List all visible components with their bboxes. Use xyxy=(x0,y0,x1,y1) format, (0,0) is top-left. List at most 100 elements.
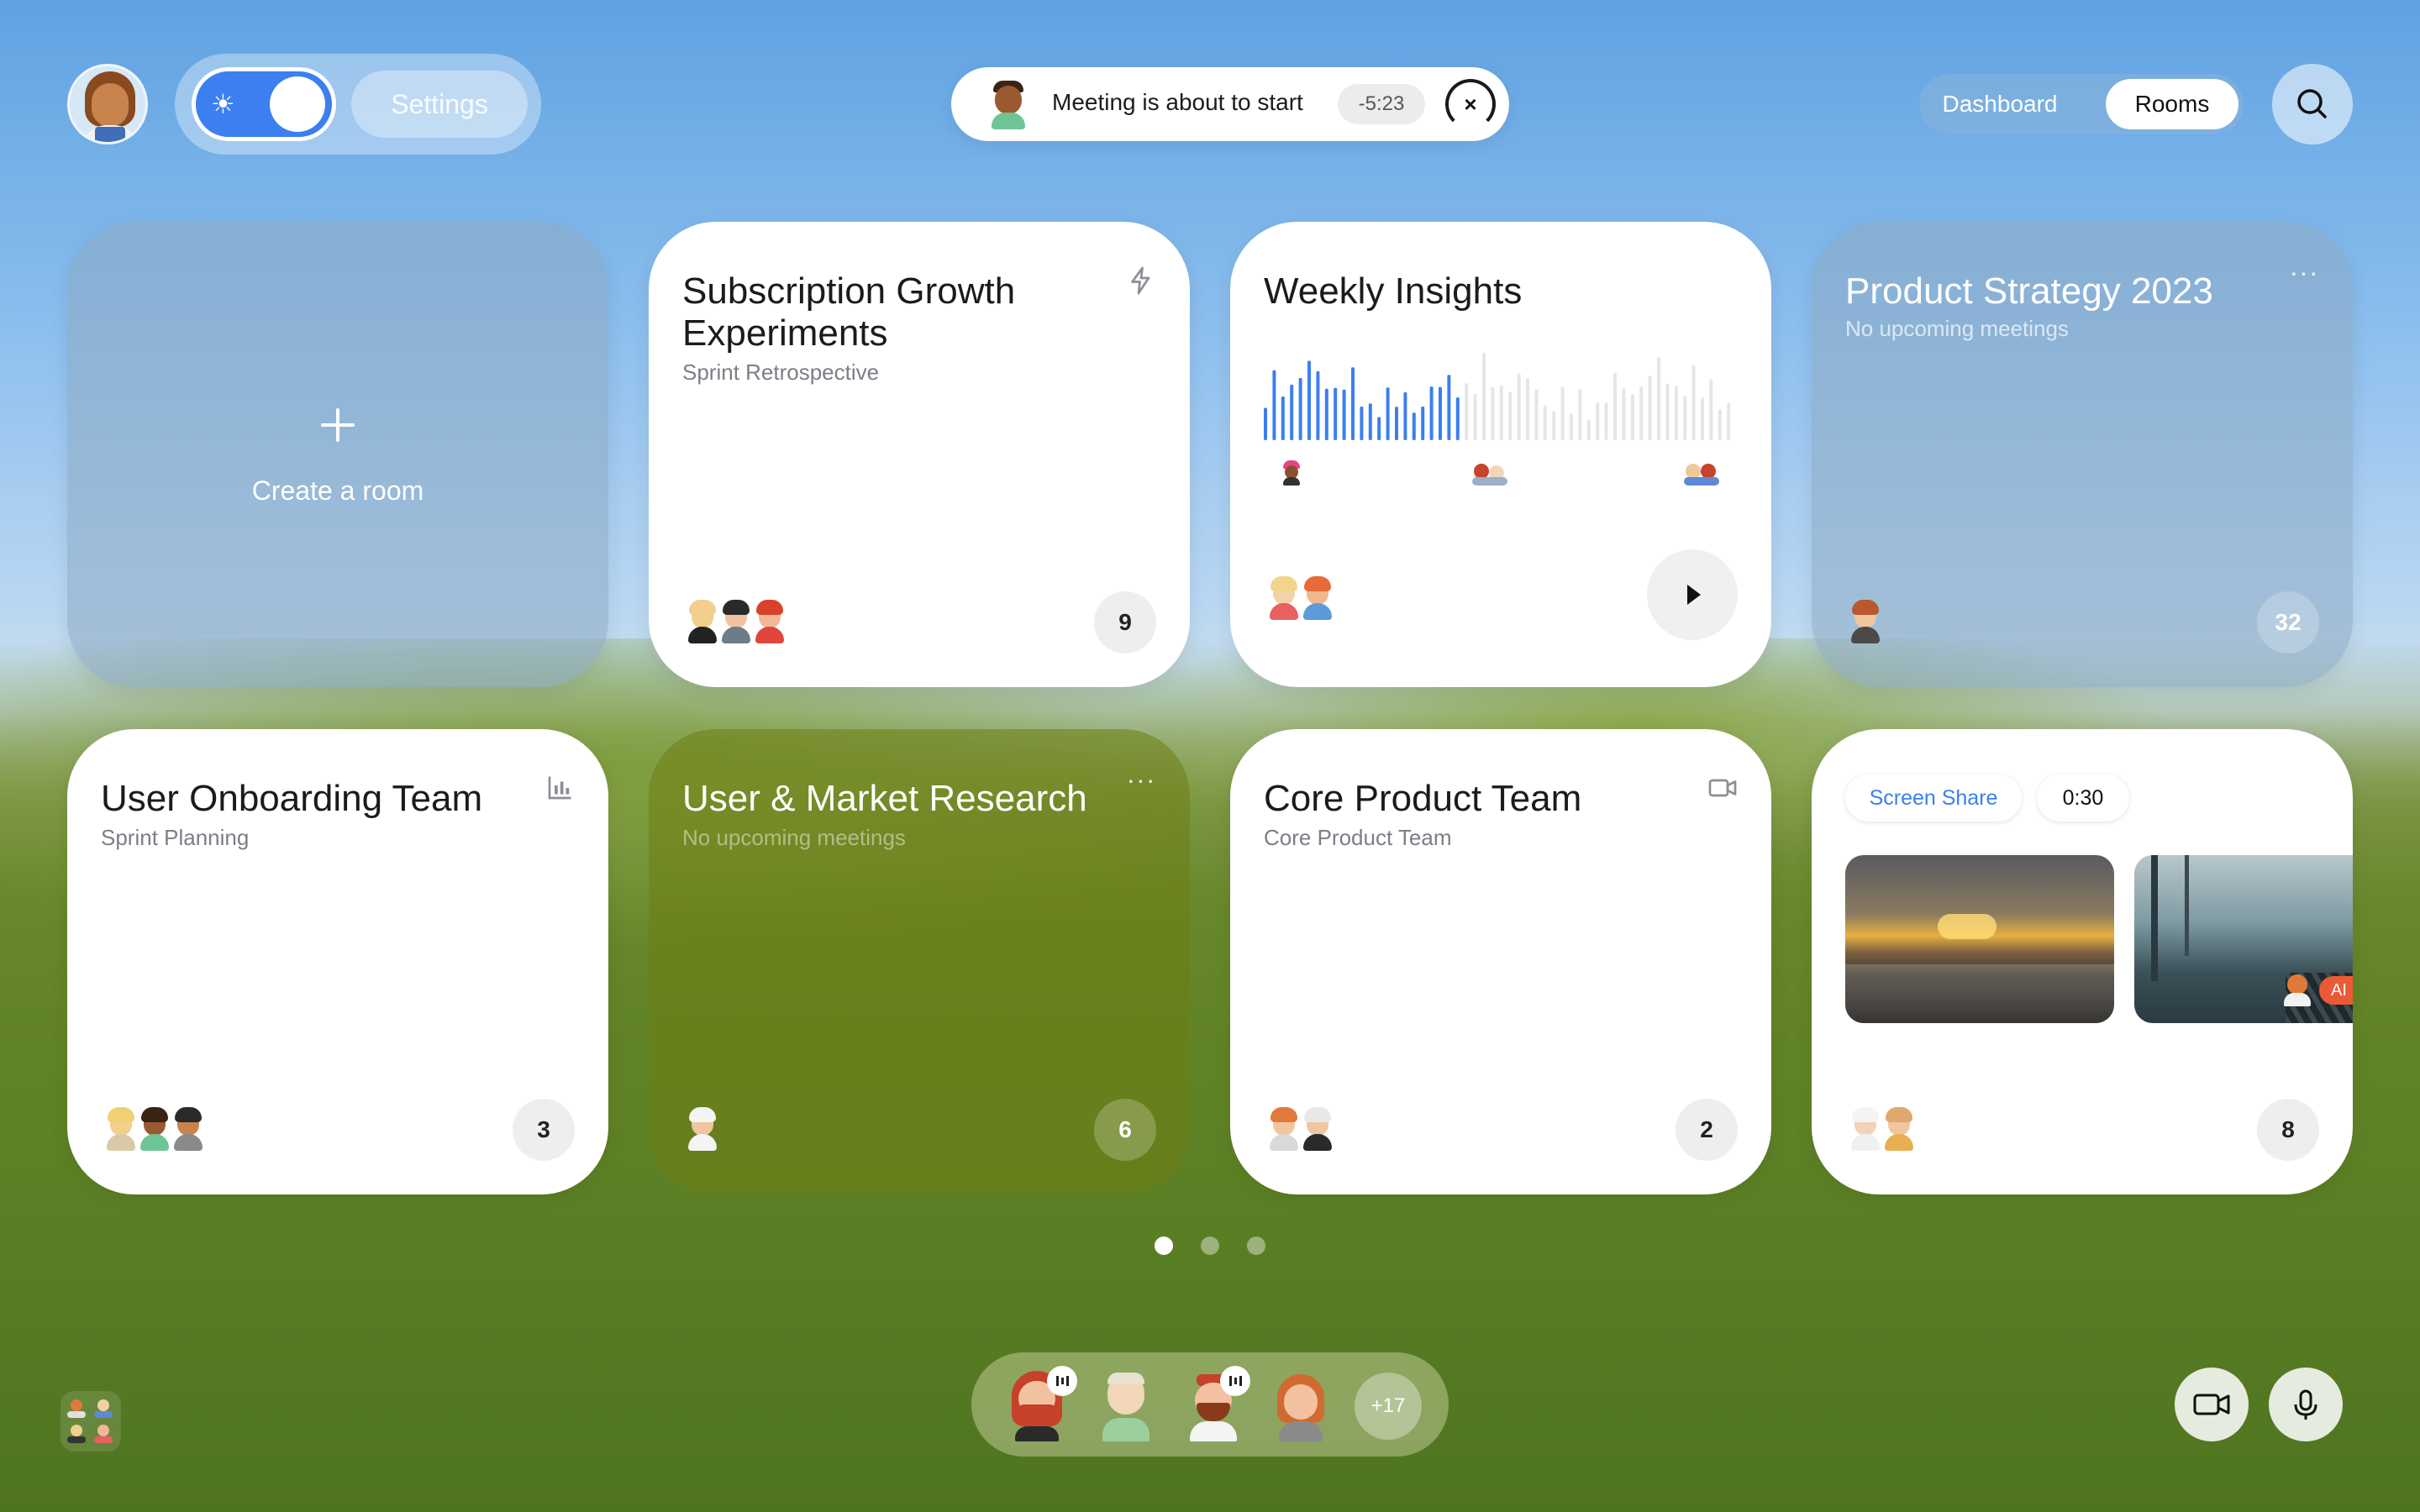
waveform-bar xyxy=(1264,407,1267,440)
more-icon[interactable]: ··· xyxy=(2289,259,2319,294)
member-count: 9 xyxy=(1094,591,1156,654)
room-card-user-onboarding[interactable]: User Onboarding Team Sprint Planning 3 xyxy=(67,729,608,1194)
waveform-bar xyxy=(1334,387,1338,440)
shared-thumbnail-forest[interactable]: AI xyxy=(2134,855,2353,1023)
search-button[interactable] xyxy=(2272,64,2353,144)
waveform-bar xyxy=(1473,393,1477,440)
create-room-card[interactable]: Create a room xyxy=(67,222,608,687)
play-button[interactable] xyxy=(1647,549,1738,640)
waveform-bar xyxy=(1552,411,1556,440)
user-avatar[interactable] xyxy=(67,64,148,144)
tab-rooms[interactable]: Rooms xyxy=(2106,79,2238,129)
dock-avatar[interactable] xyxy=(1265,1371,1336,1441)
waveform-bar xyxy=(1403,392,1407,440)
share-timer: 0:30 xyxy=(2037,774,2129,822)
waveform-speaker-markers xyxy=(1264,457,1738,491)
waveform-bar xyxy=(1526,378,1529,440)
shared-thumbnail-sunset[interactable] xyxy=(1845,855,2114,1023)
waveform-bar xyxy=(1604,402,1608,440)
tab-dashboard[interactable]: Dashboard xyxy=(1924,79,2075,129)
waveform-bar xyxy=(1351,367,1355,440)
settings-button[interactable]: Settings xyxy=(351,71,528,138)
waveform-bar xyxy=(1316,370,1320,440)
waveform-bar xyxy=(1508,391,1512,440)
waveform-bar xyxy=(1691,365,1696,440)
waveform-bar xyxy=(1499,385,1503,440)
participants-dock: +17 xyxy=(971,1352,1449,1457)
microphone-button[interactable] xyxy=(2269,1368,2343,1441)
waveform-bar xyxy=(1630,394,1634,440)
play-icon xyxy=(1687,585,1701,605)
speaker-marker xyxy=(1472,460,1509,486)
sun-icon: ☀ xyxy=(211,89,235,119)
participant-avatars xyxy=(1264,1107,1332,1151)
participant-avatars xyxy=(1264,576,1332,620)
participant-avatars xyxy=(1845,600,1889,643)
member-count: 8 xyxy=(2257,1099,2319,1161)
room-subtitle: No upcoming meetings xyxy=(1845,316,2069,341)
chart-icon[interactable] xyxy=(544,773,575,803)
waveform-bar xyxy=(1665,383,1670,440)
pagination-dots xyxy=(1146,1233,1274,1258)
room-title: Weekly Insights xyxy=(1264,270,1523,312)
waveform-bar xyxy=(1596,402,1600,440)
avatar xyxy=(1879,1107,1919,1151)
more-participants-button[interactable]: +17 xyxy=(1355,1373,1422,1440)
presenter-avatar xyxy=(2282,973,2312,1006)
room-card-core-product[interactable]: Core Product Team Core Product Team 2 xyxy=(1230,729,1771,1194)
room-title: User & Market Research xyxy=(682,778,1087,819)
search-icon xyxy=(2297,89,2327,118)
waveform-bar xyxy=(1429,386,1434,440)
waveform-bar xyxy=(1648,375,1652,440)
dock-avatar[interactable] xyxy=(1091,1371,1161,1441)
microphone-icon xyxy=(2294,1389,2317,1420)
avatar xyxy=(1845,600,1896,643)
room-subtitle: Core Product Team xyxy=(1264,825,1452,850)
more-icon[interactable]: ··· xyxy=(1126,766,1156,801)
toggle-knob xyxy=(270,76,325,132)
waveform-bar xyxy=(1368,403,1372,440)
waveform-bar xyxy=(1290,384,1294,440)
room-card-user-market-research[interactable]: User & Market Research No upcoming meeti… xyxy=(649,729,1190,1194)
avatar xyxy=(682,1107,723,1151)
room-card-product-strategy[interactable]: Product Strategy 2023 No upcoming meetin… xyxy=(1812,222,2353,687)
room-title: Subscription Growth Experiments xyxy=(682,270,1016,354)
waveform-bar xyxy=(1701,397,1704,440)
waveform-bar xyxy=(1718,409,1722,440)
plus-icon xyxy=(321,408,355,442)
waveform-bar xyxy=(1465,383,1469,440)
page-dot-2[interactable] xyxy=(1201,1236,1219,1255)
waveform-bar xyxy=(1674,386,1678,440)
camera-button[interactable] xyxy=(2175,1368,2249,1441)
waveform-bar xyxy=(1613,372,1617,440)
dismiss-meeting-button[interactable]: × xyxy=(1445,79,1496,129)
create-room-label: Create a room xyxy=(251,475,424,506)
room-title: Core Product Team xyxy=(1264,778,1582,819)
room-subtitle: Sprint Retrospective xyxy=(682,360,880,385)
page-dot-1[interactable] xyxy=(1155,1236,1173,1255)
video-icon[interactable] xyxy=(1707,773,1738,803)
screen-share-badge[interactable]: Screen Share xyxy=(1845,774,2022,822)
waveform-bar xyxy=(1447,375,1451,440)
meeting-banner[interactable]: Meeting is about to start -5:23 × xyxy=(951,67,1509,141)
waveform-bar xyxy=(1639,386,1644,440)
view-switcher: Dashboard Rooms xyxy=(1919,74,2244,134)
room-card-weekly-insights[interactable]: Weekly Insights xyxy=(1230,222,1771,687)
room-card-subscription-growth[interactable]: Subscription Growth Experiments Sprint R… xyxy=(649,222,1190,687)
waveform-bar xyxy=(1439,386,1442,440)
waveform-bar xyxy=(1491,387,1495,440)
lightning-icon[interactable] xyxy=(1126,265,1156,296)
theme-toggle[interactable]: ☀ xyxy=(192,67,336,141)
page-dot-3[interactable] xyxy=(1247,1236,1265,1255)
waveform-bar xyxy=(1342,389,1346,440)
waveform-bar xyxy=(1272,370,1276,440)
member-count: 6 xyxy=(1094,1099,1156,1161)
room-card-screen-share[interactable]: Screen Share 0:30 AI 8 xyxy=(1812,729,2353,1194)
waveform-bar xyxy=(1543,405,1547,440)
participant-avatars xyxy=(1845,1107,1913,1151)
waveform-bar xyxy=(1683,396,1687,440)
ai-badge: AI xyxy=(2319,976,2353,1005)
audio-waveform[interactable] xyxy=(1264,348,1738,440)
close-icon: × xyxy=(1464,92,1477,117)
participants-grid-button[interactable] xyxy=(60,1391,121,1452)
